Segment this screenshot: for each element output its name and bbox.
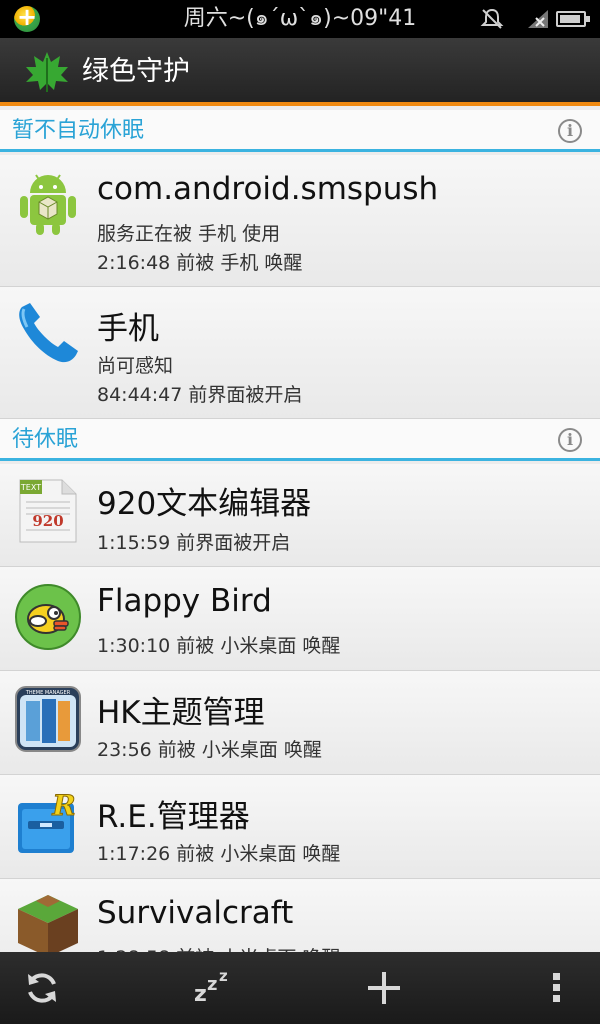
app-wake-info: 1:15:59 前界面被开启 (97, 532, 291, 554)
root-explorer-icon: R (18, 789, 76, 853)
android-robot-icon (20, 174, 76, 235)
app-wake-info: 1:17:26 前被 小米桌面 唤醒 (97, 843, 341, 865)
svg-text:920: 920 (32, 512, 63, 530)
phone-handset-icon (19, 303, 78, 363)
list-item[interactable]: TEXT 920 920文本编辑器 1:15:59 前界面被开启 (0, 464, 600, 567)
section-header-not-auto-hibernate: 暂不自动休眠 i (0, 110, 600, 152)
section-title: 待休眠 (12, 427, 79, 452)
app-name: 手机 (97, 311, 159, 347)
app-bar: 绿色守护 (0, 38, 600, 106)
app-wake-info: 1:30:10 前被 小米桌面 唤醒 (97, 635, 341, 657)
section-header-pending-hibernate: 待休眠 i (0, 419, 600, 461)
list-item[interactable]: THEME MANAGER HK主题管理 23:56 前被 小米桌面 唤醒 (0, 671, 600, 775)
app-name: Survivalcraft (97, 895, 294, 931)
overflow-menu-button[interactable] (518, 952, 598, 1024)
app-wake-info: 23:56 前被 小米桌面 唤醒 (97, 739, 322, 761)
app-title: 绿色守护 (82, 56, 190, 87)
section-title: 暂不自动休眠 (12, 118, 145, 143)
app-status: 服务正在被 手机 使用 (97, 223, 281, 245)
svg-text:R: R (51, 789, 75, 822)
app-status: 尚可感知 (97, 355, 174, 377)
battery-icon (556, 11, 590, 27)
theme-manager-icon: THEME MANAGER (15, 686, 81, 752)
app-name: HK主题管理 (97, 695, 265, 731)
overflow-menu-icon (553, 973, 560, 1002)
refresh-icon (28, 973, 56, 1003)
text-editor-icon: TEXT 920 (19, 479, 77, 543)
info-icon[interactable]: i (558, 119, 582, 143)
svg-text:TEXT: TEXT (20, 483, 41, 492)
survivalcraft-icon (18, 895, 78, 957)
list-item[interactable]: 手机 尚可感知 84:44:47 前界面被开启 (0, 287, 600, 419)
greenify-leaf-icon[interactable] (24, 50, 70, 94)
status-time: 周六~(๑´ω`๑)~09"41 (183, 6, 417, 31)
mute-bell-icon (480, 8, 504, 29)
svg-text:THEME MANAGER: THEME MANAGER (25, 690, 71, 696)
info-icon[interactable]: i (558, 428, 582, 452)
hibernate-button[interactable]: z z z (174, 952, 254, 1024)
list-item[interactable]: com.android.smspush 服务正在被 手机 使用 2:16:48 … (0, 155, 600, 287)
add-app-button[interactable] (344, 952, 424, 1024)
signal-icon (528, 10, 548, 28)
list-item[interactable]: Flappy Bird 1:30:10 前被 小米桌面 唤醒 (0, 567, 600, 671)
status-bar: 周六~(๑´ω`๑)~09"41 (0, 0, 600, 38)
refresh-button[interactable] (2, 952, 82, 1024)
sleep-zzz-icon: z z z (194, 967, 228, 1007)
app-name: Flappy Bird (97, 583, 272, 619)
app-name: com.android.smspush (97, 171, 439, 207)
flappy-bird-icon (15, 584, 81, 650)
plus-icon (368, 972, 400, 1004)
list-item[interactable]: R R.E.管理器 1:17:26 前被 小米桌面 唤醒 (0, 775, 600, 879)
app-name: 920文本编辑器 (97, 486, 312, 522)
app-wake-info: 2:16:48 前被 手机 唤醒 (97, 252, 303, 274)
bottom-toolbar: z z z (0, 952, 600, 1024)
app-wake-info: 84:44:47 前界面被开启 (97, 384, 303, 406)
app-name: R.E.管理器 (97, 799, 250, 835)
